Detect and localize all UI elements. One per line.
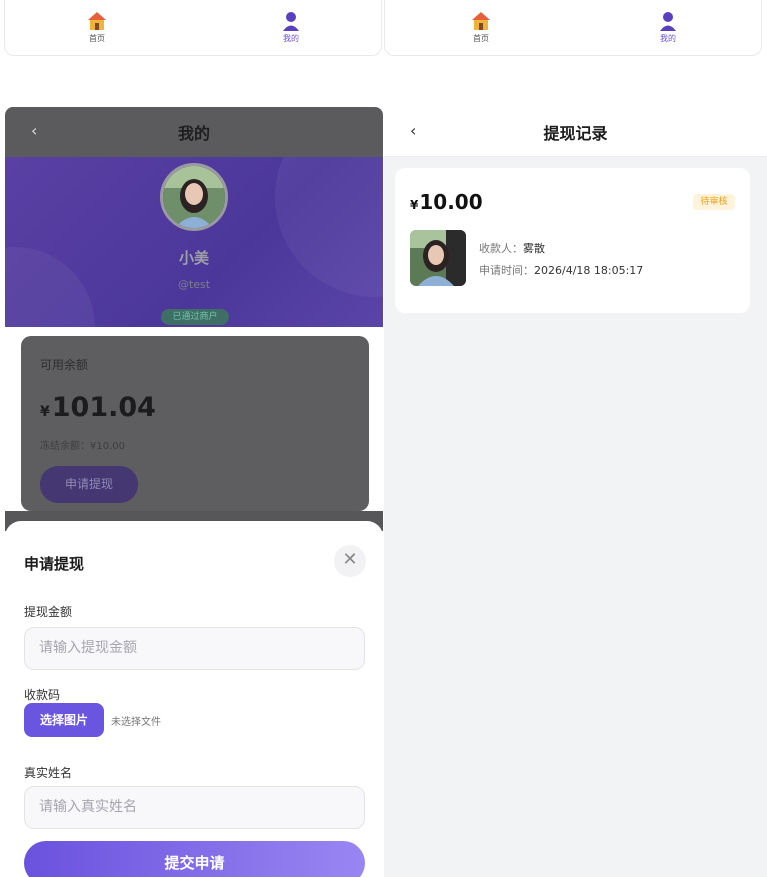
balance-amount: ¥101.04 bbox=[40, 392, 156, 423]
realname-label: 真实姓名 bbox=[24, 766, 73, 780]
sheet-title: 申请提现 bbox=[24, 555, 85, 573]
choose-image-button[interactable]: 选择图片 bbox=[24, 703, 104, 737]
record-amount-value: 10.00 bbox=[419, 190, 483, 214]
amount-input[interactable]: 请输入提现金额 bbox=[24, 627, 365, 670]
status-badge: 待审核 bbox=[693, 194, 735, 210]
user-handle: @test bbox=[177, 278, 211, 291]
record-amount: ¥10.00 bbox=[410, 190, 483, 214]
tab-me-label: 我的 bbox=[283, 34, 299, 43]
tab-home-label: 首页 bbox=[473, 34, 489, 43]
records-screen: ‹ 提现记录 ¥10.00 待审核 收款人：雾散 申请时间：2026/4/18 … bbox=[384, 107, 767, 877]
tab-home[interactable]: 首页 bbox=[67, 10, 127, 44]
tab-me[interactable]: 我的 bbox=[638, 10, 698, 44]
balance-value: 101.04 bbox=[51, 392, 156, 423]
amount-label: 提现金额 bbox=[24, 605, 73, 619]
bottom-tab-bar-left: 首页 我的 bbox=[4, 0, 382, 56]
withdraw-sheet: 申请提现 ✕ 提现金额 请输入提现金额 收款码 选择图片 未选择文件 真实姓名 … bbox=[5, 521, 383, 877]
apply-time: 2026/4/18 18:05:17 bbox=[534, 264, 644, 277]
tab-me-label: 我的 bbox=[660, 34, 676, 43]
currency-symbol: ¥ bbox=[410, 198, 419, 212]
balance-card: 可用余额 ¥101.04 冻结余额：¥10.00 申请提现 bbox=[21, 336, 369, 511]
user-icon bbox=[283, 12, 299, 31]
submit-button[interactable]: 提交申请 bbox=[24, 841, 365, 877]
home-icon bbox=[88, 12, 106, 30]
payee-name: 雾散 bbox=[523, 242, 545, 255]
time-line: 申请时间：2026/4/18 18:05:17 bbox=[479, 262, 643, 278]
no-file-text: 未选择文件 bbox=[111, 717, 161, 728]
payee-label: 收款人： bbox=[479, 242, 523, 255]
nav-header: ‹ 提现记录 bbox=[384, 107, 767, 157]
list-item[interactable]: ¥10.00 待审核 收款人：雾散 申请时间：2026/4/18 18:05:1… bbox=[395, 168, 750, 313]
withdraw-button[interactable]: 申请提现 bbox=[40, 466, 138, 503]
avatar[interactable] bbox=[160, 163, 228, 231]
balance-label: 可用余额 bbox=[40, 358, 89, 372]
tab-home-label: 首页 bbox=[89, 34, 105, 43]
user-icon bbox=[660, 12, 676, 31]
page-title: 提现记录 bbox=[543, 124, 608, 143]
status-badge: 已通过商户 bbox=[161, 309, 229, 325]
home-icon bbox=[472, 12, 490, 30]
profile-screen: ‹ 我的 小美 @test 已通过商户 可用余额 ¥101.04 冻结余额：¥1… bbox=[5, 107, 383, 877]
frozen-balance: 冻结余额：¥10.00 bbox=[40, 441, 125, 452]
qrcode-label: 收款码 bbox=[24, 688, 61, 702]
currency-symbol: ¥ bbox=[40, 404, 50, 420]
realname-input[interactable]: 请输入真实姓名 bbox=[24, 786, 365, 829]
time-label: 申请时间： bbox=[479, 264, 534, 277]
page-title: 我的 bbox=[177, 124, 210, 143]
qrcode-thumbnail[interactable] bbox=[410, 230, 466, 286]
tab-me[interactable]: 我的 bbox=[261, 10, 321, 44]
username: 小美 bbox=[178, 249, 209, 267]
payee-line: 收款人：雾散 bbox=[479, 240, 545, 256]
tab-home[interactable]: 首页 bbox=[451, 10, 511, 44]
bottom-tab-bar-right: 首页 我的 bbox=[384, 0, 762, 56]
nav-header: ‹ 我的 bbox=[5, 107, 383, 157]
close-icon[interactable]: ✕ bbox=[334, 545, 366, 577]
